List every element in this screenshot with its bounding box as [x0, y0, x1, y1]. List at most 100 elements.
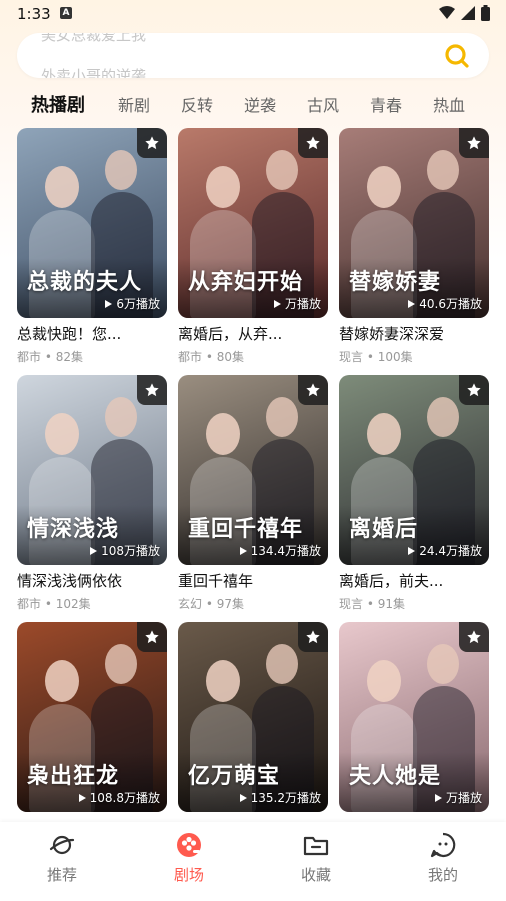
drama-card[interactable]: 亿万萌宝 135.2万播放	[178, 622, 328, 821]
drama-title: 情深浅浅俩依依	[17, 572, 123, 590]
drama-card[interactable]: 枭出狂龙 108.8万播放	[17, 622, 167, 821]
drama-poster[interactable]: 替嫁娇妻 40.6万播放	[339, 128, 489, 318]
poster-title-art: 从弃妇开始	[188, 270, 304, 295]
favorite-star-icon[interactable]	[459, 375, 489, 405]
play-icon	[273, 300, 281, 308]
search-hint-previous: 美女总裁爱上我	[41, 33, 147, 44]
drama-card[interactable]: 替嫁娇妻 40.6万播放 替嫁娇妻深深爱 现言 • 100集	[339, 128, 489, 365]
poster-figure-face	[367, 166, 401, 208]
drama-poster[interactable]: 枭出狂龙 108.8万播放	[17, 622, 167, 812]
drama-meta: 现言 • 91集	[339, 597, 405, 611]
favorite-star-icon[interactable]	[298, 375, 328, 405]
poster-title-art: 枭出狂龙	[27, 764, 120, 789]
poster-figure-face	[427, 150, 459, 190]
play-count-text: 135.2万播放	[250, 791, 321, 805]
drama-poster[interactable]: 情深浅浅 108万播放	[17, 375, 167, 565]
drama-poster[interactable]: 亿万萌宝 135.2万播放	[178, 622, 328, 812]
favorite-star-icon[interactable]	[137, 375, 167, 405]
tab-youth[interactable]: 青春	[370, 92, 402, 116]
poster-figure-face	[105, 644, 137, 684]
poster-figure-face	[206, 660, 240, 702]
drama-meta: 都市 • 102集	[17, 597, 91, 611]
favorite-star-icon[interactable]	[298, 622, 328, 652]
drama-title: 离婚后，从弃...	[178, 325, 283, 343]
drama-meta: 都市 • 80集	[178, 350, 244, 364]
theater-icon	[177, 833, 201, 857]
play-count: 40.6万播放	[408, 295, 482, 312]
play-count: 108.8万播放	[78, 789, 160, 806]
poster-figure-face	[427, 644, 459, 684]
search-bar[interactable]: 美女总裁爱上我 外卖小哥的逆袭	[17, 33, 489, 78]
drama-title: 离婚后，前夫...	[339, 572, 444, 590]
drama-card[interactable]: 总裁的夫人 6万播放 总裁快跑！您... 都市 • 82集	[17, 128, 167, 365]
poster-title-art: 替嫁娇妻	[349, 270, 442, 295]
nav-theater[interactable]: 剧场	[159, 832, 219, 885]
notification-a-icon: A	[60, 7, 72, 19]
play-count: 134.4万播放	[239, 542, 321, 559]
drama-card[interactable]: 从弃妇开始万播放 离婚后，从弃... 都市 • 80集	[178, 128, 328, 365]
folder-icon	[303, 836, 329, 856]
poster-figure-face	[45, 660, 79, 702]
play-icon	[239, 794, 247, 802]
nav-favorites-label: 收藏	[300, 866, 331, 884]
play-count: 万播放	[434, 789, 482, 806]
play-icon	[90, 547, 98, 555]
drama-title: 替嫁娇妻深深爱	[339, 325, 445, 343]
play-count-text: 40.6万播放	[419, 297, 482, 311]
drama-card[interactable]: 情深浅浅 108万播放情深浅浅俩依依都市 • 102集	[17, 375, 167, 612]
poster-title-art: 情深浅浅	[27, 517, 120, 542]
tab-twist[interactable]: 反转	[181, 92, 213, 116]
play-icon	[78, 794, 86, 802]
tab-comeback[interactable]: 逆袭	[244, 92, 276, 116]
favorite-star-icon[interactable]	[298, 128, 328, 158]
play-count-text: 24.4万播放	[419, 544, 482, 558]
favorite-star-icon[interactable]	[459, 622, 489, 652]
status-time: 1:33	[17, 5, 51, 23]
poster-title-art: 离婚后	[349, 517, 419, 542]
play-count-text: 万播放	[284, 297, 321, 311]
bottom-nav: 推荐 剧场 收藏 我的	[0, 822, 506, 901]
play-count-text: 6万播放	[116, 297, 160, 311]
tab-new[interactable]: 新剧	[118, 92, 150, 116]
favorite-star-icon[interactable]	[137, 622, 167, 652]
drama-poster[interactable]: 总裁的夫人 6万播放	[17, 128, 167, 318]
drama-poster[interactable]: 离婚后 24.4万播放	[339, 375, 489, 565]
favorite-star-icon[interactable]	[459, 128, 489, 158]
search-icon[interactable]	[443, 42, 471, 70]
play-count: 135.2万播放	[239, 789, 321, 806]
drama-title: 重回千禧年	[178, 572, 254, 590]
drama-card[interactable]: 离婚后 24.4万播放离婚后，前夫... 现言 • 91集	[339, 375, 489, 612]
play-icon	[434, 794, 442, 802]
play-count: 万播放	[273, 295, 321, 312]
wifi-icon	[439, 6, 455, 19]
play-count: 24.4万播放	[408, 542, 482, 559]
poster-title-art: 重回千禧年	[188, 517, 304, 542]
drama-poster[interactable]: 重回千禧年 134.4万播放	[178, 375, 328, 565]
tab-ancient[interactable]: 古风	[307, 92, 339, 116]
planet-icon	[49, 835, 75, 855]
nav-mine[interactable]: 我的	[413, 832, 473, 885]
status-bar: 1:33 A	[0, 0, 506, 28]
tab-passion[interactable]: 热血	[433, 92, 465, 116]
drama-poster[interactable]: 从弃妇开始万播放	[178, 128, 328, 318]
play-icon	[105, 300, 113, 308]
nav-mine-label: 我的	[427, 866, 458, 884]
drama-card[interactable]: 夫人她是 万播放	[339, 622, 489, 821]
tab-hot[interactable]: 热播剧	[31, 91, 85, 117]
search-hint-next: 外卖小哥的逆袭	[41, 67, 147, 78]
nav-favorites[interactable]: 收藏	[286, 832, 346, 885]
play-icon	[408, 300, 416, 308]
drama-card[interactable]: 重回千禧年 134.4万播放 重回千禧年 玄幻 • 97集	[178, 375, 328, 612]
poster-title-art: 总裁的夫人	[27, 270, 143, 295]
poster-figure-face	[266, 150, 298, 190]
face-icon	[430, 832, 456, 858]
poster-figure-face	[206, 413, 240, 455]
drama-poster[interactable]: 夫人她是 万播放	[339, 622, 489, 812]
drama-meta: 玄幻 • 97集	[178, 597, 244, 611]
nav-recommend[interactable]: 推荐	[32, 832, 92, 885]
poster-figure-face	[206, 166, 240, 208]
poster-figure-face	[105, 150, 137, 190]
play-count: 108万播放	[90, 542, 160, 559]
favorite-star-icon[interactable]	[137, 128, 167, 158]
play-count-text: 108.8万播放	[89, 791, 160, 805]
